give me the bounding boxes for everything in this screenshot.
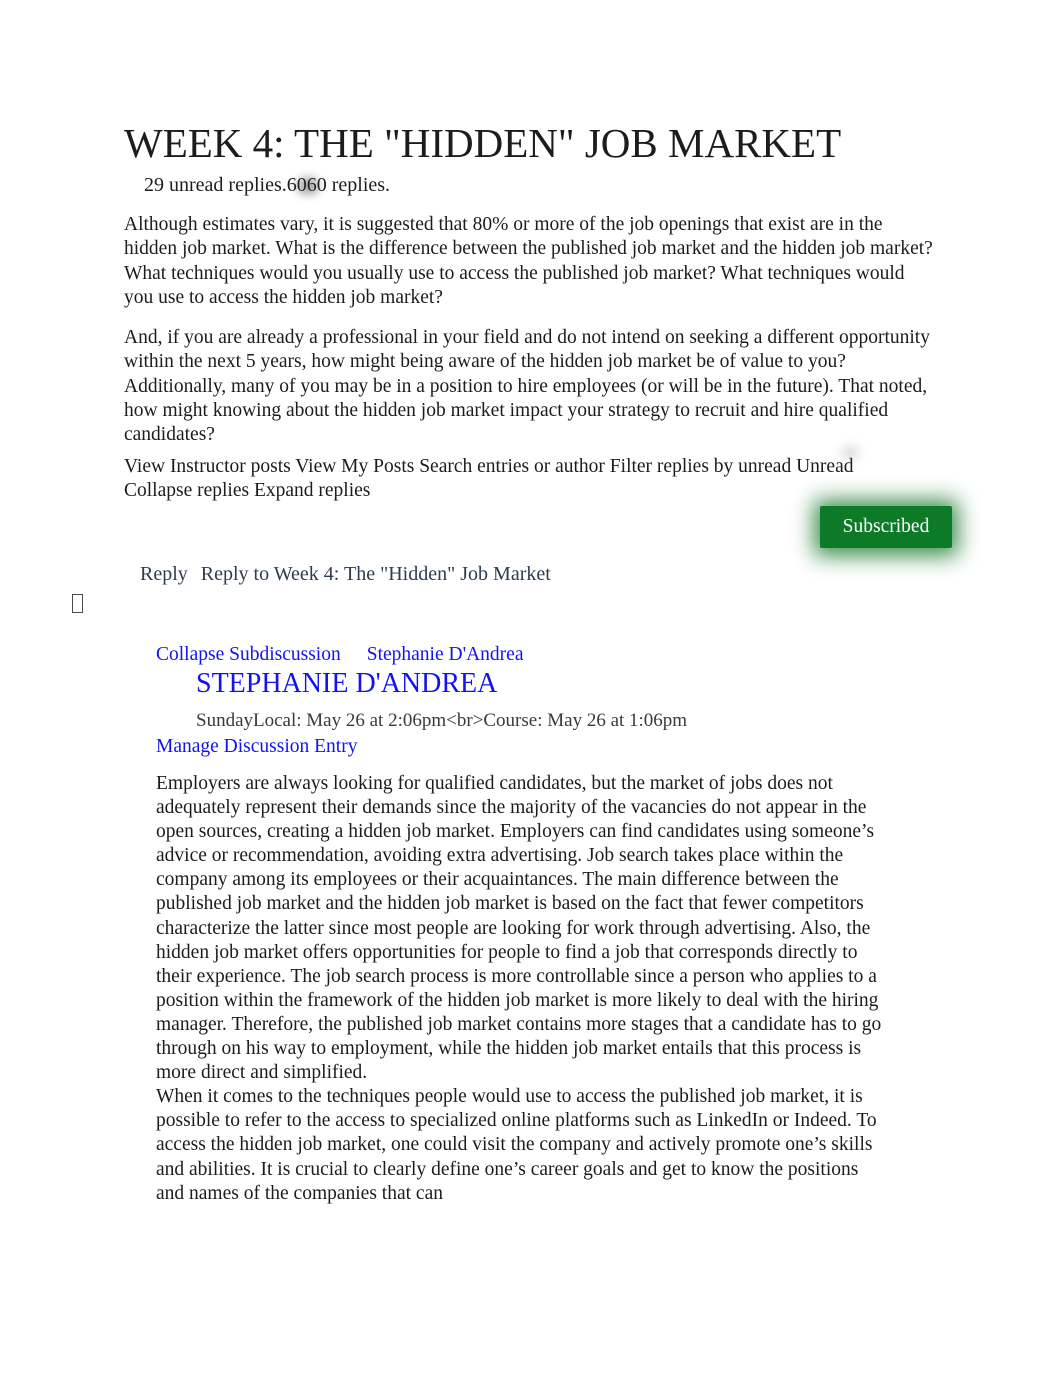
discussion-page: WEEK 4: THE "HIDDEN" JOB MARKET 29 unrea… <box>0 0 1062 1377</box>
discussion-toolbar[interactable]: View Instructor posts View My Posts Sear… <box>124 455 854 504</box>
entry-author-link[interactable]: Stephanie D'Andrea <box>367 644 524 665</box>
entry-timestamp: SundayLocal: May 26 at 2:06pm<br>Course:… <box>196 710 688 731</box>
subscribe-button[interactable]: Subscribed <box>820 506 952 548</box>
manage-discussion-entry-link[interactable]: Manage Discussion Entry <box>156 734 357 759</box>
entry-body-paragraph-2: When it comes to the techniques people w… <box>156 1086 877 1204</box>
missing-glyph-icon <box>72 594 83 613</box>
prompt-paragraph-2: And, if you are already a professional i… <box>124 327 930 446</box>
entry-body-paragraph-1: Employers are always looking for qualifi… <box>156 773 882 1084</box>
page-title: WEEK 4: THE "HIDDEN" JOB MARKET <box>124 120 842 166</box>
prompt-paragraph-1: Although estimates vary, it is suggested… <box>124 214 933 308</box>
reply-bar: Reply Reply to Week 4: The "Hidden" Job M… <box>140 561 551 588</box>
reply-target-label: Reply to Week 4: The "Hidden" Job Market <box>200 563 551 585</box>
entry-author-heading: STEPHANIE D'ANDREA <box>196 668 498 699</box>
reply-counts: 29 unread replies.6060 replies. <box>144 174 391 196</box>
reply-button[interactable]: Reply <box>140 563 188 585</box>
collapse-subdiscussion-link[interactable]: Collapse Subdiscussion <box>156 644 341 665</box>
entry-message-body: Employers are always looking for qualifi… <box>156 772 886 1206</box>
entry-header: Collapse Subdiscussion Stephanie D'Andrea <box>156 642 523 667</box>
subscribe-button-container: Subscribed <box>806 494 966 564</box>
